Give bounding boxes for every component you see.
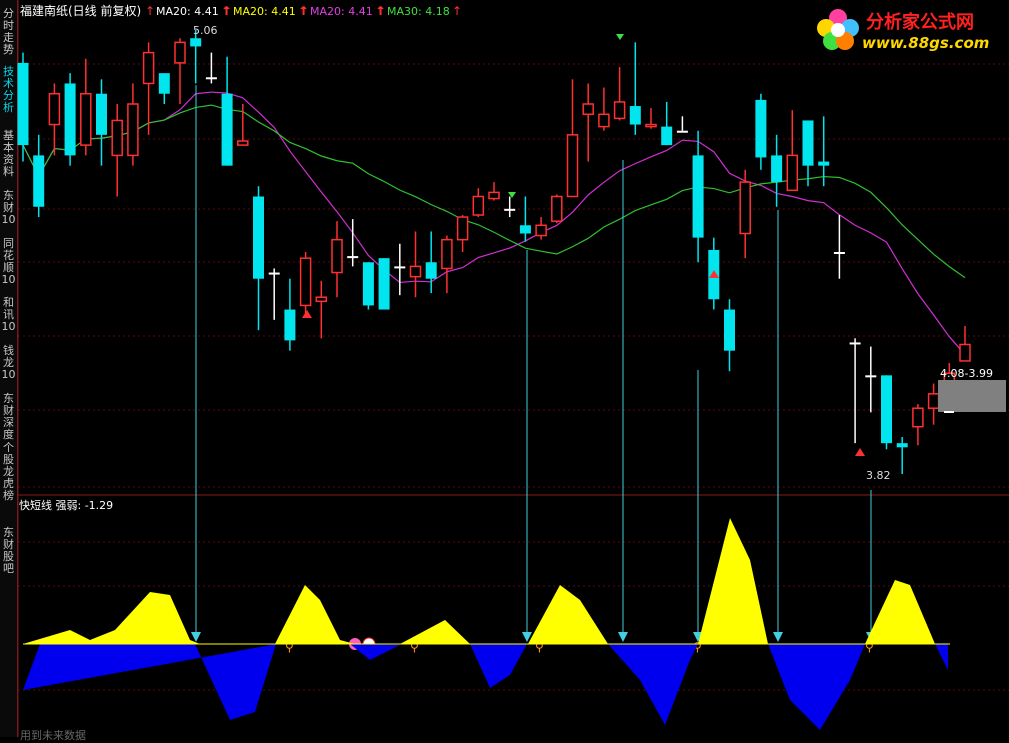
candle xyxy=(456,215,469,252)
candle xyxy=(881,375,892,450)
logo-url[interactable]: www.88gs.com xyxy=(862,34,989,52)
candle xyxy=(959,326,971,362)
candle xyxy=(598,87,610,131)
candle xyxy=(849,338,861,444)
up-arrow-icon: ↑ xyxy=(222,4,232,18)
candle xyxy=(221,56,233,166)
candle xyxy=(551,194,563,224)
candle xyxy=(425,231,437,294)
candle xyxy=(299,252,312,314)
up-arrow-icon: ↑ xyxy=(145,4,155,18)
down-arrow-icon xyxy=(773,632,783,642)
candle xyxy=(48,83,61,156)
candle xyxy=(347,219,359,267)
candle xyxy=(771,134,783,207)
candle xyxy=(127,83,139,166)
candle xyxy=(80,58,92,156)
candle xyxy=(472,188,485,218)
candle xyxy=(488,182,500,201)
candle xyxy=(33,134,45,218)
candle xyxy=(158,73,170,104)
up-arrow-icon xyxy=(302,310,312,318)
candle xyxy=(613,67,626,121)
low-price-label: 3.82 xyxy=(866,469,891,482)
candle xyxy=(111,104,123,197)
candle xyxy=(190,30,202,84)
candle xyxy=(802,120,814,187)
candle xyxy=(441,235,453,294)
down-arrow-icon xyxy=(191,632,201,642)
indicator-title: 快短线 强弱: -1.29 xyxy=(19,498,113,512)
logo-name: 分析家公式网 xyxy=(866,12,974,33)
candle xyxy=(676,116,688,133)
ma-legend-item: MA30: 4.18 xyxy=(387,5,450,18)
candle xyxy=(64,73,76,166)
up-arrow-icon xyxy=(855,448,865,456)
high-price-label: 5.06 xyxy=(193,24,218,37)
candle xyxy=(535,217,547,240)
candle xyxy=(504,196,516,218)
candle xyxy=(315,280,328,339)
candle xyxy=(284,278,296,351)
candle xyxy=(645,108,657,129)
up-arrow-icon: ↑ xyxy=(299,4,309,18)
candle xyxy=(739,169,751,259)
candle xyxy=(912,404,924,446)
down-arrow-icon xyxy=(616,34,624,40)
candle xyxy=(17,52,29,162)
candle xyxy=(786,110,799,192)
candle xyxy=(409,231,422,298)
ma-legend-item: MA20: 4.41 xyxy=(156,5,219,18)
footer-note: 用到未来数据 xyxy=(20,729,86,742)
candle xyxy=(174,38,186,104)
candle xyxy=(253,186,264,331)
candlesticks xyxy=(17,30,971,474)
candle xyxy=(833,215,845,279)
up-arrow-icon: ↑ xyxy=(376,4,386,18)
candle xyxy=(724,299,735,372)
candle xyxy=(865,346,877,413)
chart-header: 福建南纸(日线 前复权) ↑ MA20: 4.41 ↑↑ MA20: 4.41 ↑↑ MA… xyxy=(20,3,462,18)
signal-drop-lines: ⚲⚲⚲⚲⚲⚲ xyxy=(65,34,876,654)
candle xyxy=(818,116,830,187)
up-arrow-icon: ↑ xyxy=(452,4,462,18)
candle xyxy=(755,93,767,170)
candle xyxy=(205,52,217,84)
candle xyxy=(692,130,704,263)
ma-legend-item: MA20: 4.41 xyxy=(233,5,296,18)
kline-chart: ⚲⚲⚲⚲⚲⚲ 福建南纸(日线 前复权) ↑MA20: 4.41↑↑MA20: 4… xyxy=(17,0,1009,737)
candle xyxy=(378,258,390,310)
candle xyxy=(896,437,908,474)
candle xyxy=(96,79,107,166)
candle xyxy=(582,83,594,162)
ma-legend-item: MA20: 4.41 xyxy=(310,5,373,18)
candle xyxy=(519,196,531,242)
candle xyxy=(268,268,280,320)
candle xyxy=(566,79,579,198)
indicator-panel xyxy=(23,518,950,730)
flower-logo-icon xyxy=(817,9,859,50)
candle xyxy=(362,262,374,310)
chart-title: 福建南纸(日线 前复权) xyxy=(20,3,141,18)
candle xyxy=(331,221,343,298)
candle xyxy=(142,42,155,135)
candle xyxy=(394,243,406,296)
down-arrow-icon xyxy=(618,632,628,642)
candle xyxy=(661,101,673,146)
price-range-box xyxy=(938,380,1006,412)
candle xyxy=(629,42,641,135)
